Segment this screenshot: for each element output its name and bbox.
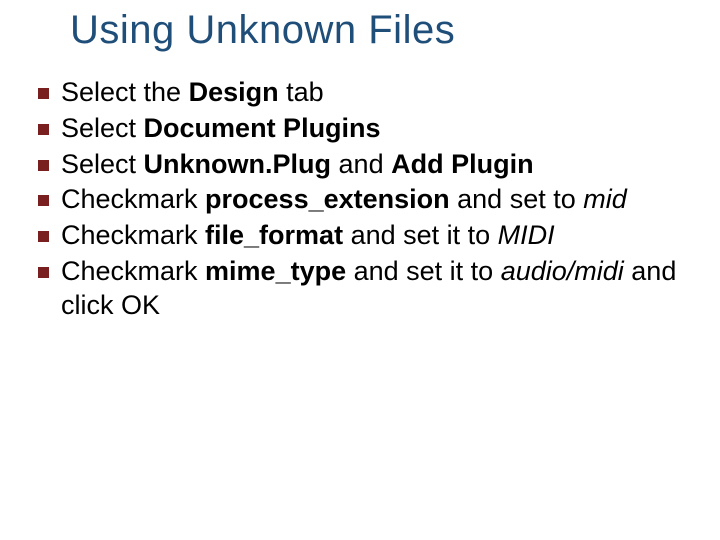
text-run: and set to	[450, 184, 584, 214]
list-item: Select Unknown.Plug and Add Plugin	[38, 148, 700, 182]
text-run: Checkmark	[61, 184, 205, 214]
list-item-text: Select Unknown.Plug and Add Plugin	[61, 148, 700, 182]
slide-title: Using Unknown Files	[70, 8, 455, 53]
text-run: Select the	[61, 77, 189, 107]
list-item-text: Checkmark process_extension and set to m…	[61, 183, 700, 217]
square-bullet-icon	[38, 160, 49, 171]
text-run: and set it to	[346, 256, 501, 286]
text-run-bold: Add Plugin	[391, 149, 533, 179]
text-run-bold: mime_type	[205, 256, 346, 286]
text-run-bold: file_format	[205, 220, 343, 250]
text-run-italic: mid	[583, 184, 627, 214]
text-run-italic: MIDI	[498, 220, 555, 250]
list-item: Select Document Plugins	[38, 112, 700, 146]
list-item-text: Select the Design tab	[61, 76, 700, 110]
text-run: Checkmark	[61, 256, 205, 286]
square-bullet-icon	[38, 88, 49, 99]
square-bullet-icon	[38, 195, 49, 206]
slide: Using Unknown Files Select the Design ta…	[0, 0, 720, 540]
list-item: Checkmark file_format and set it to MIDI	[38, 219, 700, 253]
square-bullet-icon	[38, 267, 49, 278]
text-run: and	[331, 149, 391, 179]
text-run-bold: process_extension	[205, 184, 450, 214]
text-run: tab	[279, 77, 324, 107]
text-run-bold: Unknown.Plug	[144, 149, 331, 179]
text-run-bold: Design	[189, 77, 279, 107]
text-run-bold: Document Plugins	[144, 113, 381, 143]
list-item-text: Checkmark mime_type and set it to audio/…	[61, 255, 700, 323]
square-bullet-icon	[38, 231, 49, 242]
list-item: Checkmark process_extension and set to m…	[38, 183, 700, 217]
text-run-italic: audio/midi	[501, 256, 624, 286]
text-run: Select	[61, 113, 144, 143]
list-item: Select the Design tab	[38, 76, 700, 110]
text-run: Checkmark	[61, 220, 205, 250]
list-item-text: Select Document Plugins	[61, 112, 700, 146]
square-bullet-icon	[38, 124, 49, 135]
text-run: Select	[61, 149, 144, 179]
slide-body: Select the Design tab Select Document Pl…	[38, 76, 700, 324]
text-run: and set it to	[343, 220, 498, 250]
list-item-text: Checkmark file_format and set it to MIDI	[61, 219, 700, 253]
list-item: Checkmark mime_type and set it to audio/…	[38, 255, 700, 323]
